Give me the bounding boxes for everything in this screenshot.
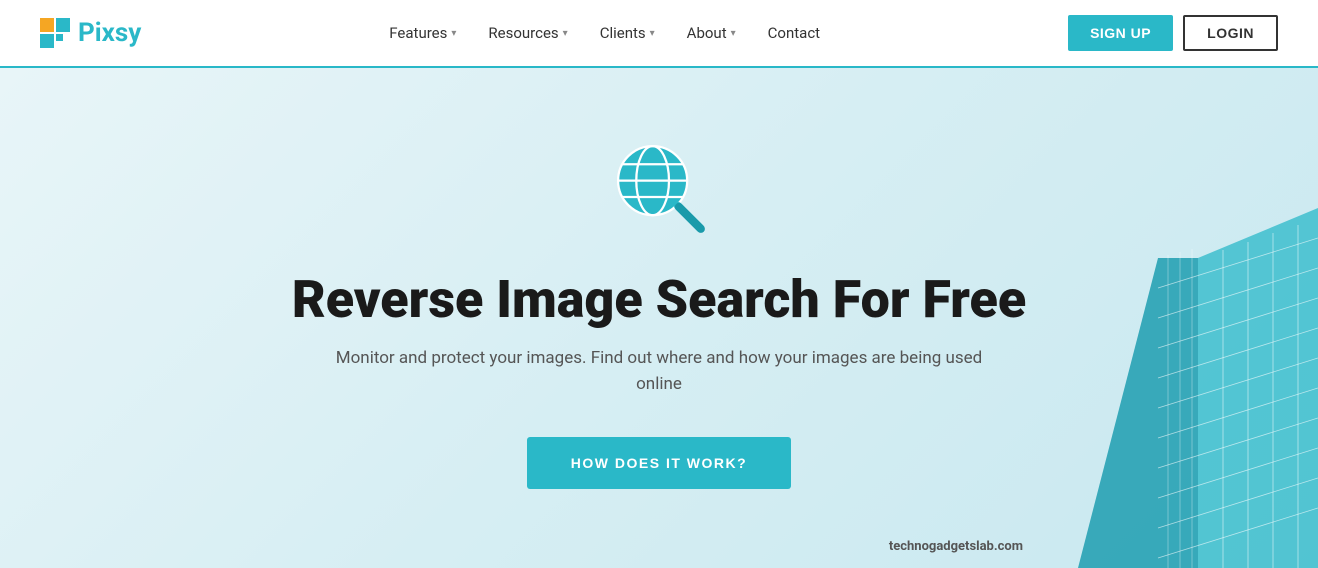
hero-section: Reverse Image Search For Free Monitor an… <box>0 68 1318 568</box>
hero-subtitle: Monitor and protect your images. Find ou… <box>334 346 984 397</box>
logo[interactable]: Pixsy <box>40 18 141 48</box>
cta-button[interactable]: HOW DOES IT WORK? <box>527 437 791 489</box>
hero-title: Reverse Image Search For Free <box>292 271 1026 328</box>
nav-contact-label: Contact <box>768 24 820 42</box>
nav-clients[interactable]: Clients ▾ <box>586 16 669 50</box>
login-button[interactable]: LOGIN <box>1183 15 1278 51</box>
building-svg <box>1038 208 1318 568</box>
nav-clients-label: Clients <box>600 24 646 42</box>
chevron-down-icon: ▾ <box>731 28 736 39</box>
nav-resources[interactable]: Resources ▾ <box>474 16 581 50</box>
nav-about[interactable]: About ▾ <box>673 16 750 50</box>
watermark: technogadgetslab.com <box>889 539 1023 554</box>
logo-text: Pixsy <box>78 18 141 48</box>
nav-links: Features ▾ Resources ▾ Clients ▾ About ▾… <box>375 16 834 50</box>
globe-search-icon <box>609 137 709 237</box>
chevron-down-icon: ▾ <box>650 28 655 39</box>
navbar: Pixsy Features ▾ Resources ▾ Clients ▾ A… <box>0 0 1318 68</box>
nav-features-label: Features <box>389 24 447 42</box>
nav-features[interactable]: Features ▾ <box>375 16 470 50</box>
logo-icon <box>40 18 70 48</box>
chevron-down-icon: ▾ <box>563 28 568 39</box>
signup-button[interactable]: SIGN UP <box>1068 15 1173 51</box>
nav-buttons: SIGN UP LOGIN <box>1068 15 1278 51</box>
nav-resources-label: Resources <box>488 24 558 42</box>
nav-contact[interactable]: Contact <box>754 16 834 50</box>
nav-about-label: About <box>687 24 727 42</box>
chevron-down-icon: ▾ <box>451 28 456 39</box>
hero-icon-container <box>609 137 709 241</box>
building-decoration <box>1038 208 1318 568</box>
